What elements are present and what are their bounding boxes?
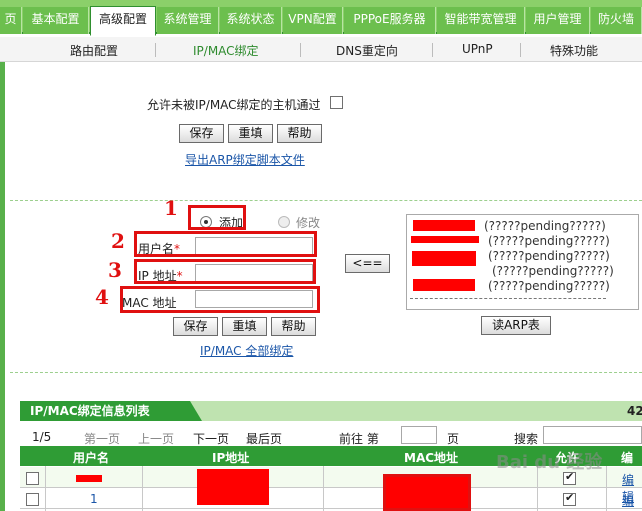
- annotation-number: 3: [108, 258, 122, 282]
- arp-entry[interactable]: (?????pending?????): [488, 279, 610, 293]
- sub-tab-divider: [300, 43, 301, 57]
- column-header-username: 用户名: [73, 451, 110, 465]
- read-arp-button[interactable]: 读ARP表: [481, 316, 551, 335]
- sub-tab-divider: [432, 43, 433, 57]
- arp-entry[interactable]: (?????pending?????): [492, 264, 614, 278]
- top-tab-users[interactable]: 用户管理: [526, 7, 590, 34]
- watermark: Bai du 经验: [496, 452, 603, 473]
- top-tab-basic[interactable]: 基本配置: [23, 7, 89, 34]
- save-button[interactable]: 保存: [179, 124, 224, 143]
- goto-page-suffix: 页: [447, 432, 460, 446]
- arp-entry[interactable]: (?????pending?????): [484, 219, 606, 233]
- section-divider: [10, 200, 642, 201]
- row-allow-checkbox[interactable]: ✔: [563, 491, 576, 506]
- next-page-link[interactable]: 下一页: [193, 430, 229, 447]
- top-tab-prev[interactable]: 页: [0, 7, 22, 34]
- search-input[interactable]: [543, 426, 642, 444]
- row-username: 1: [90, 492, 98, 506]
- annotation-number: 4: [95, 285, 109, 309]
- allow-unbound-checkbox[interactable]: [330, 96, 343, 109]
- arp-entry[interactable]: (?????pending?????): [488, 249, 610, 263]
- sub-tab-routing[interactable]: 路由配置: [70, 42, 118, 59]
- export-arp-script-link[interactable]: 导出ARP绑定脚本文件: [185, 151, 305, 168]
- annotation-box-ip: [134, 259, 316, 284]
- top-tab-advanced[interactable]: 高级配置: [90, 6, 156, 36]
- redacted-block: [413, 220, 475, 231]
- row-select-checkbox[interactable]: [26, 493, 39, 506]
- annotation-box-add: [188, 205, 246, 230]
- top-tab-vpn[interactable]: VPN配置: [283, 7, 343, 34]
- first-page-link[interactable]: 第一页: [84, 430, 120, 447]
- table-col-divider: [142, 466, 143, 511]
- section-divider: [10, 372, 642, 373]
- annotation-box-mac: [120, 286, 320, 313]
- goto-page-label: 前往 第: [339, 432, 379, 446]
- column-header-mac: MAC地址: [404, 451, 459, 465]
- sub-tab-ipmac[interactable]: IP/MAC绑定: [193, 42, 259, 59]
- list-title: IP/MAC绑定信息列表: [20, 401, 202, 421]
- form-help-button[interactable]: 帮助: [271, 317, 316, 336]
- sub-tab-special[interactable]: 特殊功能: [550, 42, 598, 59]
- sub-tab-divider: [520, 43, 521, 57]
- redacted-block: [412, 251, 476, 266]
- list-count: 42: [627, 404, 642, 418]
- sub-tab-upnp[interactable]: UPnP: [462, 42, 493, 56]
- column-header-ip: IP地址: [212, 451, 250, 465]
- redacted-block: [76, 475, 102, 482]
- modify-radio-label: 修改: [296, 216, 321, 230]
- table-col-divider: [323, 466, 324, 511]
- form-save-button[interactable]: 保存: [173, 317, 218, 336]
- annotation-number: 2: [111, 229, 125, 253]
- reset-button[interactable]: 重填: [228, 124, 273, 143]
- search-label: 搜索: [514, 432, 539, 446]
- top-tab-pppoe[interactable]: PPPoE服务器: [344, 7, 436, 34]
- form-reset-button[interactable]: 重填: [222, 317, 267, 336]
- top-tab-bandwidth[interactable]: 智能带宽管理: [437, 7, 525, 34]
- sub-tab-divider: [155, 43, 156, 57]
- redacted-block: [413, 279, 475, 291]
- left-accent-bar: [0, 62, 5, 511]
- row-select-checkbox[interactable]: [26, 472, 39, 485]
- table-col-divider: [606, 466, 607, 511]
- last-page-link[interactable]: 最后页: [246, 430, 282, 447]
- modify-radio[interactable]: [278, 216, 290, 228]
- arp-list-separator: [410, 298, 606, 299]
- top-tab-system-mgmt[interactable]: 系统管理: [157, 7, 219, 34]
- top-tab-firewall[interactable]: 防火墙: [591, 7, 642, 34]
- table-col-divider: [45, 466, 46, 511]
- annotation-box-mac-cell: [383, 474, 471, 511]
- table-row: [20, 488, 642, 509]
- goto-page-input[interactable]: [401, 426, 437, 444]
- row-edit-link[interactable]: 编辑: [622, 492, 642, 511]
- arp-entry[interactable]: (?????pending?????): [488, 234, 610, 248]
- allow-unbound-label: 允许未被IP/MAC绑定的主机通过: [147, 98, 321, 112]
- sub-tab-dns-redirect[interactable]: DNS重定向: [336, 42, 398, 59]
- bind-all-link[interactable]: IP/MAC 全部绑定: [200, 342, 293, 359]
- page-indicator: 1/5: [32, 430, 52, 444]
- redacted-block: [411, 236, 479, 243]
- redacted-block: [197, 469, 269, 505]
- annotation-box-username: [134, 231, 317, 257]
- move-to-form-button[interactable]: <==: [345, 254, 390, 273]
- help-button[interactable]: 帮助: [277, 124, 322, 143]
- top-tab-system-status[interactable]: 系统状态: [220, 7, 282, 34]
- prev-page-link[interactable]: 上一页: [138, 430, 174, 447]
- annotation-number: 1: [164, 196, 178, 220]
